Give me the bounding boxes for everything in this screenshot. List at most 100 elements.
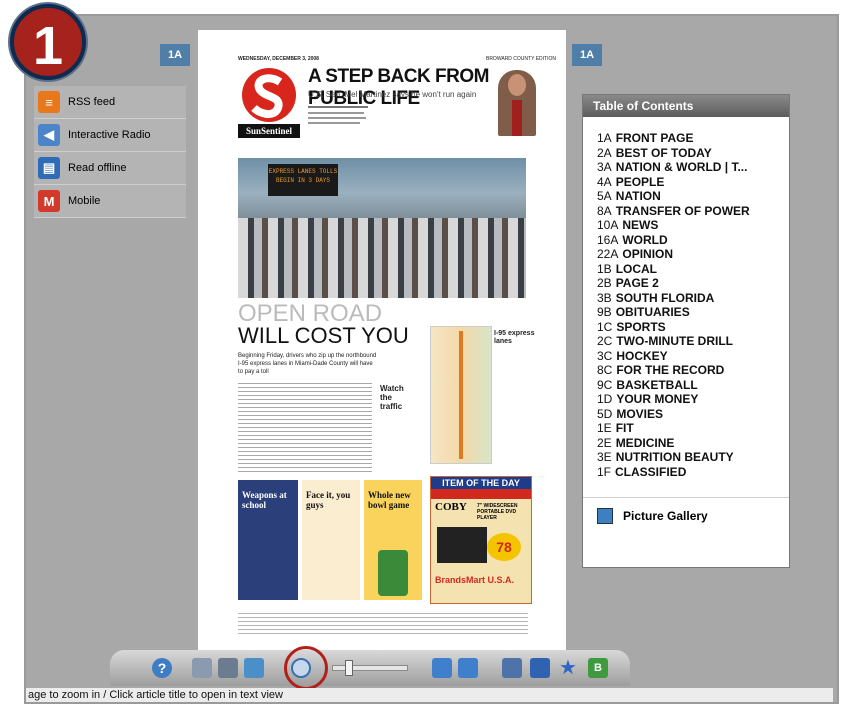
ad-price: 78 — [487, 533, 521, 561]
toc-item-page: 2A — [597, 145, 612, 160]
next-page-icon[interactable] — [458, 658, 478, 678]
toc-item[interactable]: 22A OPINION — [597, 247, 789, 262]
toc-item-label: HOCKEY — [616, 348, 668, 363]
toc-item-label: FOR THE RECORD — [616, 363, 725, 377]
zoom-slider-handle[interactable] — [345, 660, 353, 676]
toc-item-label: NATION & WORLD | T... — [615, 160, 748, 174]
toc-item-label: NUTRITION BEAUTY — [615, 450, 734, 464]
read-offline-link[interactable]: ▤ Read offline — [34, 152, 186, 185]
lead-story-text — [308, 102, 498, 136]
promo-face-it[interactable]: Face it, you guys — [302, 480, 360, 600]
toc-item-page: 9B — [597, 305, 612, 319]
picture-gallery-label: Picture Gallery — [623, 509, 708, 523]
export-icon[interactable]: B — [588, 658, 608, 678]
image-view-icon[interactable] — [244, 658, 264, 678]
promo-bowl-game[interactable]: Whole new bowl game — [364, 480, 422, 600]
toc-item-label: PAGE 2 — [615, 276, 659, 290]
toc-item-label: SPORTS — [616, 319, 666, 334]
toc-item[interactable]: 9B OBITUARIES — [597, 305, 789, 320]
toc-item-label: CLASSIFIED — [615, 464, 687, 479]
page-tag-left[interactable]: 1A — [160, 44, 190, 66]
newspaper-page[interactable]: WEDNESDAY, DECEMBER 3, 2008 BROWARD COUN… — [198, 30, 566, 650]
toc-item-label: MEDICINE — [615, 435, 675, 450]
toc-item-page: 5A — [597, 189, 612, 203]
toc-item-label: MOVIES — [616, 406, 664, 421]
favorite-add-icon[interactable]: ★ — [558, 658, 578, 678]
toc-item-label: LOCAL — [615, 261, 658, 276]
gmail-icon: M — [38, 190, 60, 212]
toc-item[interactable]: 1E FIT — [597, 421, 789, 436]
toc-item[interactable]: 1D YOUR MONEY — [597, 392, 789, 407]
toc-item[interactable]: 5D MOVIES — [597, 407, 789, 422]
item-of-the-day-ad[interactable]: ITEM OF THE DAY COBY 7" WIDESCREEN PORTA… — [430, 476, 532, 604]
toc-item[interactable]: 8C FOR THE RECORD — [597, 363, 789, 378]
senator-photo — [498, 70, 536, 136]
toc-item[interactable]: 3A NATION & WORLD | T... — [597, 160, 789, 175]
toc-item[interactable]: 1F CLASSIFIED — [597, 465, 789, 480]
highway-photo[interactable]: EXPRESS LANES TOLLS BEGIN IN 3 DAYS — [238, 158, 526, 298]
toc-item-label: BASKETBALL — [616, 377, 698, 392]
bottom-toolbar: ? ★ B — [110, 650, 630, 686]
express-lanes-map[interactable] — [430, 326, 492, 464]
main-deck: Beginning Friday, drivers who zip up the… — [238, 353, 377, 375]
ad-store: BrandsMart U.S.A. — [435, 575, 515, 585]
brand-name: SunSentinel — [238, 124, 300, 138]
save-disk-icon: ▤ — [38, 157, 60, 179]
print-icon[interactable] — [502, 658, 522, 678]
rss-feed-link[interactable]: ≡ RSS feed — [34, 86, 186, 119]
ad-desc: 7" WIDESCREEN PORTABLE DVD PLAYER — [477, 503, 518, 521]
page-tag-right[interactable]: 1A — [572, 44, 602, 66]
save-icon[interactable] — [530, 658, 550, 678]
toc-item[interactable]: 10A NEWS — [597, 218, 789, 233]
toc-item-page: 2C — [597, 334, 613, 348]
toc-item-page: 16A — [597, 232, 619, 247]
toc-item-label: PEOPLE — [615, 174, 665, 189]
toc-item[interactable]: 4A PEOPLE — [597, 175, 789, 190]
interactive-radio-link[interactable]: ◀ Interactive Radio — [34, 119, 186, 152]
toc-item[interactable]: 8A TRANSFER OF POWER — [597, 204, 789, 219]
toc-item[interactable]: 2B PAGE 2 — [597, 276, 789, 291]
toc-item-page: 3A — [597, 160, 612, 174]
dvd-player-photo — [437, 527, 487, 563]
toc-item-page: 1E — [597, 421, 612, 435]
toc-item[interactable]: 1A FRONT PAGE — [597, 131, 789, 146]
read-offline-label: Read offline — [68, 162, 127, 174]
help-icon[interactable]: ? — [152, 658, 172, 678]
toc-item[interactable]: 3B SOUTH FLORIDA — [597, 291, 789, 306]
toc-item-label: TRANSFER OF POWER — [615, 203, 750, 218]
toc-item[interactable]: 1C SPORTS — [597, 320, 789, 335]
toc-item-label: FRONT PAGE — [615, 131, 694, 145]
left-panel: ≡ RSS feed ◀ Interactive Radio ▤ Read of… — [34, 86, 186, 218]
picture-gallery-link[interactable]: Picture Gallery — [583, 497, 789, 524]
toc-item[interactable]: 5A NATION — [597, 189, 789, 204]
print-page-icon[interactable] — [192, 658, 212, 678]
toc-item[interactable]: 2C TWO-MINUTE DRILL — [597, 334, 789, 349]
mobile-label: Mobile — [68, 195, 101, 207]
rss-icon: ≡ — [38, 91, 60, 113]
toc-item-page: 1A — [597, 131, 612, 145]
promo-weapons[interactable]: Weapons at school — [238, 480, 298, 600]
toc-item-page: 2B — [597, 276, 612, 290]
previous-page-icon[interactable] — [432, 658, 452, 678]
toc-item[interactable]: 2E MEDICINE — [597, 436, 789, 451]
toc-item-page: 10A — [597, 218, 619, 232]
toc-item-label: NATION — [615, 189, 661, 203]
toc-item-label: OPINION — [622, 247, 674, 261]
mobile-link[interactable]: M Mobile — [34, 185, 186, 218]
copy-pages-icon[interactable] — [218, 658, 238, 678]
main-story-text — [238, 380, 372, 472]
toc-item[interactable]: 3E NUTRITION BEAUTY — [597, 450, 789, 465]
toc-item-page: 8A — [597, 203, 612, 218]
main-headline-line2[interactable]: WILL COST YOU — [238, 324, 409, 348]
edition-label: BROWARD COUNTY EDITION — [485, 56, 556, 62]
toc-item[interactable]: 2A BEST OF TODAY — [597, 146, 789, 161]
zoom-slider[interactable] — [332, 660, 408, 676]
toc-item[interactable]: 9C BASKETBALL — [597, 378, 789, 393]
toc-item-page: 1F — [597, 464, 612, 479]
toc-item[interactable]: 1B LOCAL — [597, 262, 789, 277]
dateline: WEDNESDAY, DECEMBER 3, 2008 — [238, 56, 319, 62]
toc-item-label: WORLD — [622, 232, 668, 247]
toc-item[interactable]: 16A WORLD — [597, 233, 789, 248]
toc-item[interactable]: 3C HOCKEY — [597, 349, 789, 364]
zoom-highlight-circle — [284, 646, 328, 690]
